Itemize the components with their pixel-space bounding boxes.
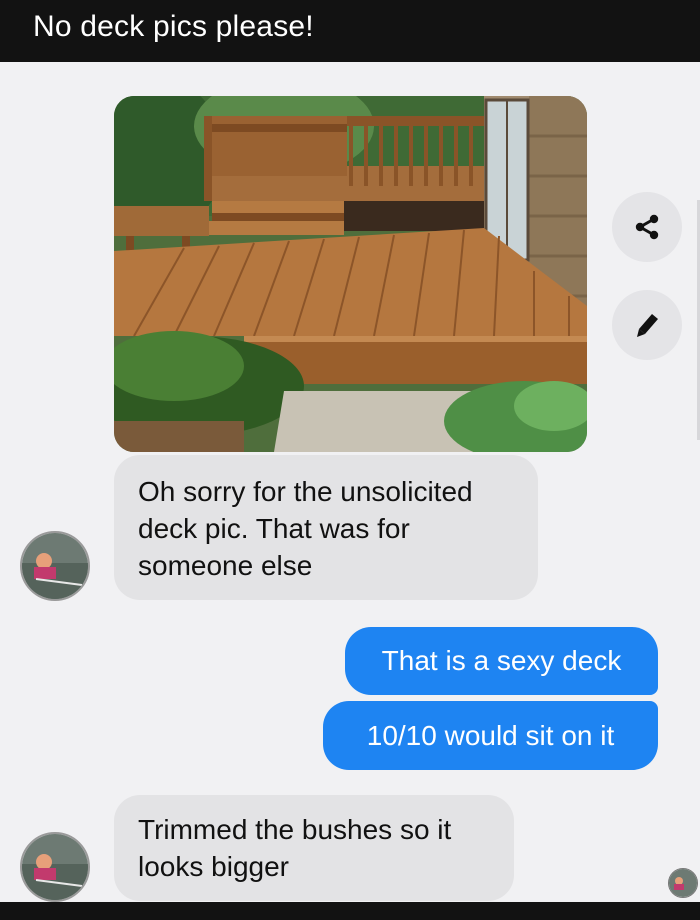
message-text-line: Oh sorry for the unsolicited (138, 476, 473, 507)
pencil-icon (637, 314, 658, 337)
message-text-line: deck pic. That was for (138, 513, 410, 544)
message-text-line: someone else (138, 550, 313, 581)
message-text-line: Trimmed the bushes so it (138, 814, 452, 845)
message-text: That is a sexy deck (381, 645, 622, 676)
sender-avatar[interactable] (20, 531, 90, 601)
message-text: 10/10 would sit on it (366, 719, 615, 751)
share-button[interactable] (612, 192, 682, 262)
edit-button[interactable] (612, 290, 682, 360)
bottom-bar (0, 902, 700, 920)
message-bubble-outgoing: That is a sexy deck (345, 627, 658, 695)
sender-avatar[interactable] (20, 832, 90, 902)
read-receipt-avatar (668, 868, 698, 898)
shared-photo[interactable] (114, 96, 587, 452)
message-bubble-outgoing: 10/10 would sit on it (323, 701, 658, 770)
share-icon (635, 214, 659, 240)
message-text-line: looks bigger (138, 851, 289, 882)
top-bar: No deck pics please! (0, 0, 700, 62)
page-title: No deck pics please! (33, 10, 314, 43)
message-bubble-incoming: Oh sorry for the unsolicited deck pic. T… (114, 455, 538, 600)
deck-photo-image (114, 96, 587, 452)
message-bubble-incoming: Trimmed the bushes so it looks bigger (114, 795, 514, 901)
